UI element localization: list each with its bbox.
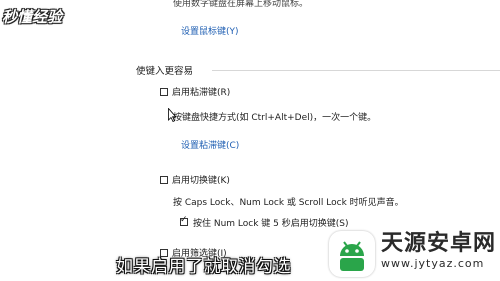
- toggle-keys-checkbox[interactable]: [160, 176, 168, 184]
- sticky-keys-settings-link[interactable]: 设置粘滞键(C): [181, 138, 239, 151]
- brand-url: www.jytyaz.com: [380, 257, 485, 270]
- sticky-keys-label[interactable]: 启用粘滞键(R): [172, 85, 230, 98]
- section-divider: [212, 70, 500, 71]
- num-lock-hold-checkbox[interactable]: [180, 215, 188, 226]
- toggle-keys-description: 按 Caps Lock、Num Lock 或 Scroll Lock 时听见声音…: [173, 198, 404, 208]
- sticky-keys-description: 按键盘快捷方式(如 Ctrl+Alt+Del)，一次一个键。: [173, 113, 377, 123]
- section-title: 使键入更容易: [136, 66, 194, 77]
- brand-watermark: 天源安卓网 www.jytyaz.com: [328, 231, 496, 277]
- video-subtitle: 如果启用了就取消勾选: [116, 257, 291, 277]
- num-lock-hold-label[interactable]: 按住 Num Lock 键 5 秒启用切换键(S): [193, 216, 349, 229]
- toggle-keys-label[interactable]: 启用切换键(K): [172, 173, 230, 186]
- watermark-logo: 秒懂经验: [2, 8, 63, 26]
- sticky-keys-checkbox[interactable]: [160, 88, 168, 96]
- android-icon: [328, 231, 375, 277]
- brand-name: 天源安卓网: [380, 231, 496, 256]
- mouse-keys-settings-link[interactable]: 设置鼠标键(Y): [181, 24, 239, 37]
- mouse-cursor-icon: [168, 108, 176, 122]
- mouse-keys-description: 使用数字键盘在屏幕上移动鼠标。: [173, 0, 309, 9]
